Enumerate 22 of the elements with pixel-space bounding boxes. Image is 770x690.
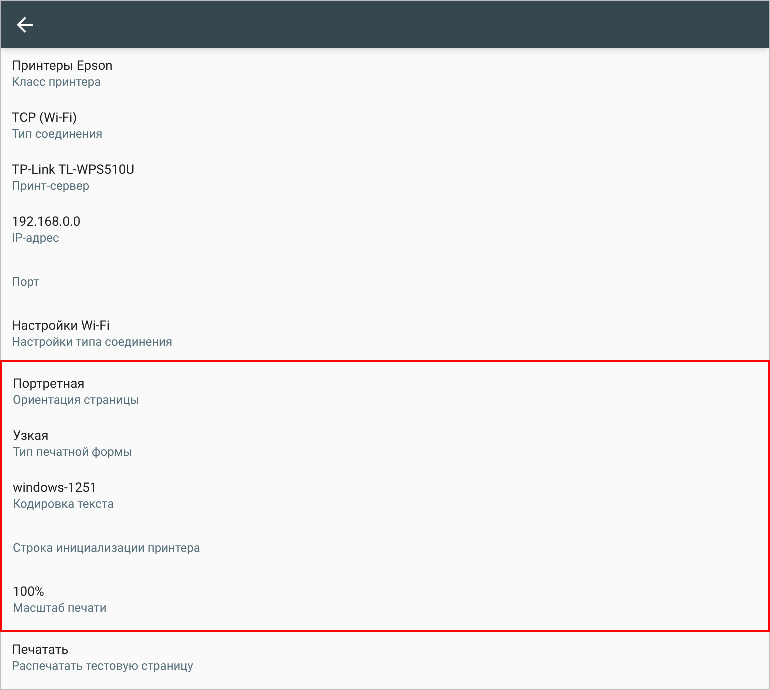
setting-value[interactable]: TCP (Wi-Fi) xyxy=(12,111,78,127)
setting-value[interactable]: Узкая xyxy=(13,429,49,445)
setting-label: Кодировка текста xyxy=(13,497,114,511)
setting-label: Принт-сервер xyxy=(12,179,90,193)
setting-label: Класс принтера xyxy=(12,75,102,89)
setting-value[interactable]: 192.168.0.0 xyxy=(12,215,81,231)
setting-value[interactable]: TP-Link TL-WPS510U xyxy=(12,163,135,179)
setting-value[interactable]: windows-1251 xyxy=(13,481,98,497)
setting-label: Настройки типа соединения xyxy=(12,335,173,349)
setting-value[interactable]: Настройки Wi-Fi xyxy=(12,319,110,335)
setting-label: Порт xyxy=(12,275,40,289)
setting-label: Тип соединения xyxy=(12,127,103,141)
setting-value[interactable]: Портретная xyxy=(13,377,85,393)
setting-value[interactable]: 100% xyxy=(13,585,44,601)
setting-value[interactable]: Печатать xyxy=(12,643,69,659)
setting-label: Тип печатной формы xyxy=(13,445,133,459)
setting-label: Распечатать тестовую страницу xyxy=(12,659,194,673)
setting-label: IP-адрес xyxy=(12,231,60,245)
setting-value[interactable]: Принтеры Epson xyxy=(12,59,113,75)
setting-label: Масштаб печати xyxy=(13,601,107,615)
setting-label: Строка инициализации принтера xyxy=(13,541,200,555)
setting-label: Ориентация страницы xyxy=(13,393,140,407)
